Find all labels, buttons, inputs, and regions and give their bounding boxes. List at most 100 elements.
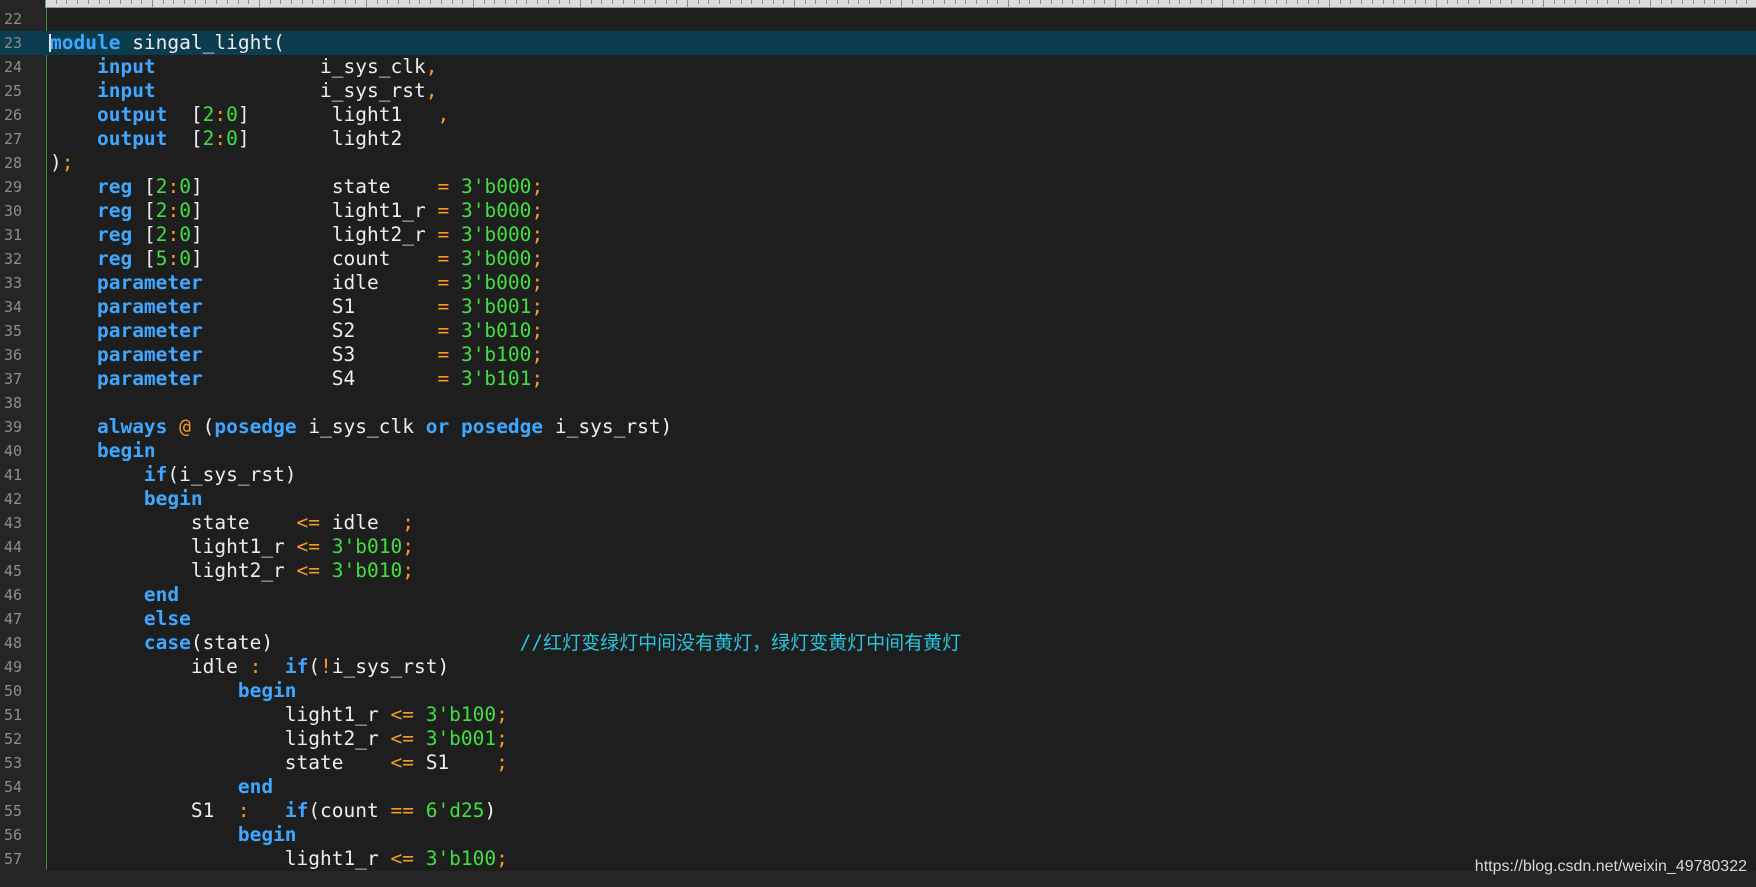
token-identifier: ] light2_r [190,223,438,246]
ruler-tick [794,0,795,7]
token-keyword: posedge [460,415,544,438]
ruler-tick [1340,0,1341,4]
ruler-tick [987,0,988,4]
code-line[interactable]: 34 parameter S1 = 3'b001; [0,295,1756,319]
code-line[interactable]: 31 reg [2:0] light2_r = 3'b000; [0,223,1756,247]
code-line[interactable]: 51 light1_r <= 3'b100; [0,703,1756,727]
token-identifier [449,175,461,198]
token-number: 2 [202,103,215,126]
token-identifier [50,55,97,78]
code-line[interactable]: 48 case(state) //红灯变绿灯中间没有黄灯，绿灯变黄灯中间有黄灯 [0,631,1756,655]
code-line[interactable]: 46 end [0,583,1756,607]
ruler-tick [644,0,645,4]
token-identifier: singal_light( [120,31,285,54]
code-line[interactable]: 23 module singal_light( [0,31,1756,55]
token-identifier [449,247,461,270]
code-line[interactable]: 35 parameter S2 = 3'b010; [0,319,1756,343]
code-line[interactable]: 43 state <= idle ; [0,511,1756,535]
code-line[interactable]: 32 reg [5:0] count = 3'b000; [0,247,1756,271]
code-line[interactable]: 53 state <= S1 ; [0,751,1756,775]
token-operator: = [437,223,450,246]
ruler-tick [997,0,998,4]
ruler-tick [1083,0,1084,4]
token-number: 3'b000 [460,199,532,222]
ruler-tick [783,0,784,4]
ruler-tick [1511,0,1512,4]
token-operator: , [437,103,450,126]
token-number: 3'b100 [425,703,497,726]
code-line[interactable]: 49 idle : if(!i_sys_rst) [0,655,1756,679]
line-number: 48 [4,634,23,652]
token-identifier: S4 [202,367,438,390]
code-line[interactable]: 36 parameter S3 = 3'b100; [0,343,1756,367]
code-line[interactable]: 47 else [0,607,1756,631]
ruler-tick [66,0,67,4]
token-identifier [414,799,426,822]
token-identifier: [ [132,247,156,270]
ruler-tick [1254,0,1255,4]
token-number: 0 [226,103,238,126]
token-number: 3'b010 [460,319,532,342]
token-identifier: S1 [202,295,438,318]
code-text: begin [50,679,297,703]
code-line[interactable]: 39 always @ (posedge i_sys_clk or posedg… [0,415,1756,439]
ruler-tick [141,0,142,4]
code-line[interactable]: 52 light2_r <= 3'b001; [0,727,1756,751]
code-line[interactable]: 54 end [0,775,1756,799]
ruler-tick [56,0,57,4]
token-keyword: input [96,79,156,102]
ruler-tick [120,0,121,4]
code-line[interactable]: 22 [0,7,1756,31]
line-number: 28 [4,154,23,172]
ruler-tick [1019,0,1020,4]
token-identifier [414,727,426,750]
ruler-tick [815,0,816,4]
code-line[interactable]: 24 input i_sys_clk, [0,55,1756,79]
code-text: parameter S2 = 3'b010; [50,319,543,343]
ruler-tick [163,0,164,4]
token-identifier [50,487,144,510]
code-editor[interactable]: 22 23 module singal_light(24 input i_sys_c… [0,7,1756,871]
code-line[interactable]: 37 parameter S4 = 3'b101; [0,367,1756,391]
code-line[interactable]: 41 if(i_sys_rst) [0,463,1756,487]
code-line[interactable]: 45 light2_r <= 3'b010; [0,559,1756,583]
token-identifier: light2_r [50,727,391,750]
code-line[interactable]: 29 reg [2:0] state = 3'b000; [0,175,1756,199]
code-line[interactable]: 30 reg [2:0] light1_r = 3'b000; [0,199,1756,223]
token-identifier: i_sys_clk [296,415,426,438]
ruler-tick [494,0,495,4]
ruler-tick [152,0,153,7]
code-line[interactable]: 44 light1_r <= 3'b010; [0,535,1756,559]
token-operator: ; [531,319,544,342]
code-line[interactable]: 38 [0,391,1756,415]
token-operator: ; [61,151,74,174]
code-text: output [2:0] light2 [50,127,402,151]
code-text: light1_r <= 3'b100; [50,847,508,871]
code-line[interactable]: 56 begin [0,823,1756,847]
ruler-tick [955,0,956,4]
token-operator: @ [179,415,191,438]
token-identifier [50,343,97,366]
line-number: 41 [4,466,23,484]
token-identifier [414,847,426,870]
token-operator: ; [496,703,508,726]
code-line[interactable]: 26 output [2:0] light1 , [0,103,1756,127]
code-line[interactable]: 55 S1 : if(count == 6'd25) [0,799,1756,823]
ruler-tick [1543,0,1544,7]
ruler-tick [965,0,966,4]
token-identifier [50,439,97,462]
code-line[interactable]: 27 output [2:0] light2 [0,127,1756,151]
ruler-tick [430,0,431,4]
ruler-tick [473,0,474,7]
ruler-tick [312,0,313,4]
code-line[interactable]: 28); [0,151,1756,175]
code-line[interactable]: 50 begin [0,679,1756,703]
code-line[interactable]: 42 begin [0,487,1756,511]
token-operator: : [214,127,227,150]
ruler-tick [1629,0,1630,4]
ruler-tick [1586,0,1587,4]
code-line[interactable]: 33 parameter idle = 3'b000; [0,271,1756,295]
code-line[interactable]: 25 input i_sys_rst, [0,79,1756,103]
token-operator: ; [496,847,508,870]
code-line[interactable]: 40 begin [0,439,1756,463]
